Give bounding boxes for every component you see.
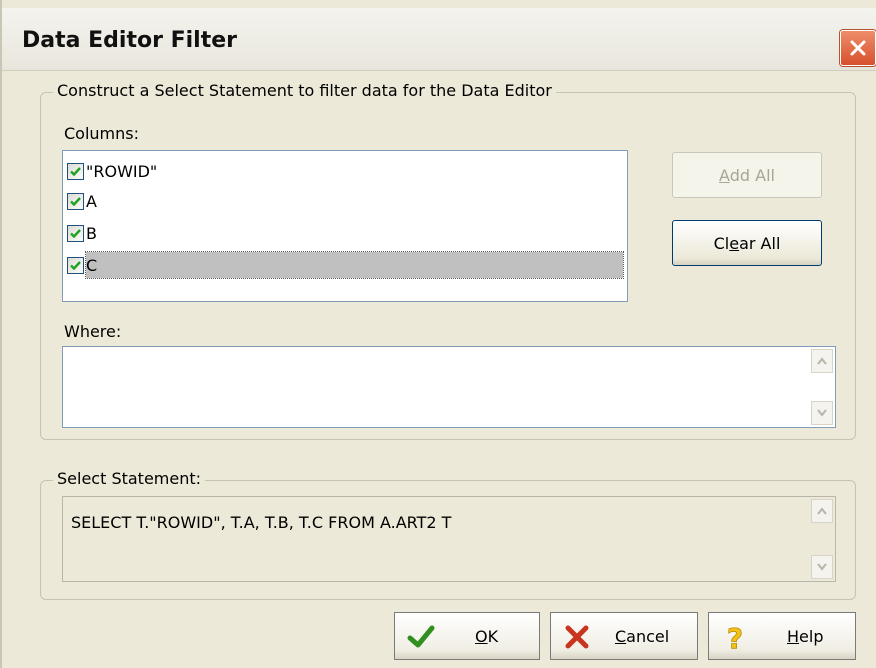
checkmark-icon <box>407 623 435 651</box>
scroll-down-button[interactable] <box>811 401 833 425</box>
select-statement-text: SELECT T."ROWID", T.A, T.B, T.C FROM A.A… <box>71 513 452 532</box>
column-checkbox-b[interactable] <box>67 224 84 242</box>
close-button[interactable] <box>840 30 876 66</box>
column-item-a[interactable]: A <box>67 187 101 215</box>
statement-scrollbar[interactable] <box>811 499 833 579</box>
scroll-down-button[interactable] <box>811 555 833 579</box>
chevron-down-icon <box>817 409 827 417</box>
cancel-button[interactable]: Cancel <box>550 612 698 660</box>
help-button[interactable]: ? Help <box>708 612 856 660</box>
checkmark-icon <box>70 166 81 176</box>
chevron-up-icon <box>817 507 827 515</box>
close-icon <box>850 40 866 56</box>
where-input[interactable] <box>62 346 836 428</box>
column-item-b[interactable]: B <box>67 219 101 247</box>
columns-label: Columns: <box>64 124 139 143</box>
clear-all-label: Clear All <box>713 233 781 253</box>
checkmark-icon <box>70 260 81 270</box>
where-label: Where: <box>64 322 122 341</box>
chevron-up-icon <box>817 357 827 365</box>
column-item-rowid[interactable]: "ROWID" <box>67 157 161 185</box>
columns-listbox[interactable]: "ROWID" A B C <box>62 150 628 302</box>
column-label: C <box>85 251 624 279</box>
add-all-button[interactable]: Add All <box>672 152 822 198</box>
svg-text:?: ? <box>727 623 743 651</box>
construct-group-legend: Construct a Select Statement to filter d… <box>53 81 556 100</box>
statement-group-legend: Select Statement: <box>53 469 206 488</box>
help-label: Help <box>787 627 824 646</box>
title-bar[interactable]: Data Editor Filter <box>2 8 876 71</box>
checkmark-icon <box>70 196 81 206</box>
column-checkbox-a[interactable] <box>67 192 84 210</box>
column-checkbox-c[interactable] <box>67 256 84 274</box>
select-statement-box[interactable]: SELECT T."ROWID", T.A, T.B, T.C FROM A.A… <box>62 496 836 582</box>
column-item-c[interactable]: C <box>67 251 624 279</box>
ok-button[interactable]: OK <box>394 612 540 660</box>
checkmark-icon <box>70 228 81 238</box>
column-label: A <box>86 191 97 211</box>
clear-all-button[interactable]: Clear All <box>672 220 822 266</box>
question-mark-icon: ? <box>721 623 749 651</box>
scroll-up-button[interactable] <box>811 499 833 523</box>
chevron-down-icon <box>817 563 827 571</box>
where-scrollbar[interactable] <box>811 349 833 425</box>
ok-label: OK <box>475 627 499 646</box>
x-mark-icon <box>563 623 591 651</box>
add-all-label: Add All <box>719 165 775 185</box>
scroll-up-button[interactable] <box>811 349 833 373</box>
cancel-label: Cancel <box>615 627 670 646</box>
dialog-window: Data Editor Filter Construct a Select St… <box>0 0 876 668</box>
column-checkbox-rowid[interactable] <box>67 162 84 180</box>
column-label: "ROWID" <box>86 161 158 181</box>
column-label: B <box>86 223 97 243</box>
window-title: Data Editor Filter <box>22 28 237 53</box>
